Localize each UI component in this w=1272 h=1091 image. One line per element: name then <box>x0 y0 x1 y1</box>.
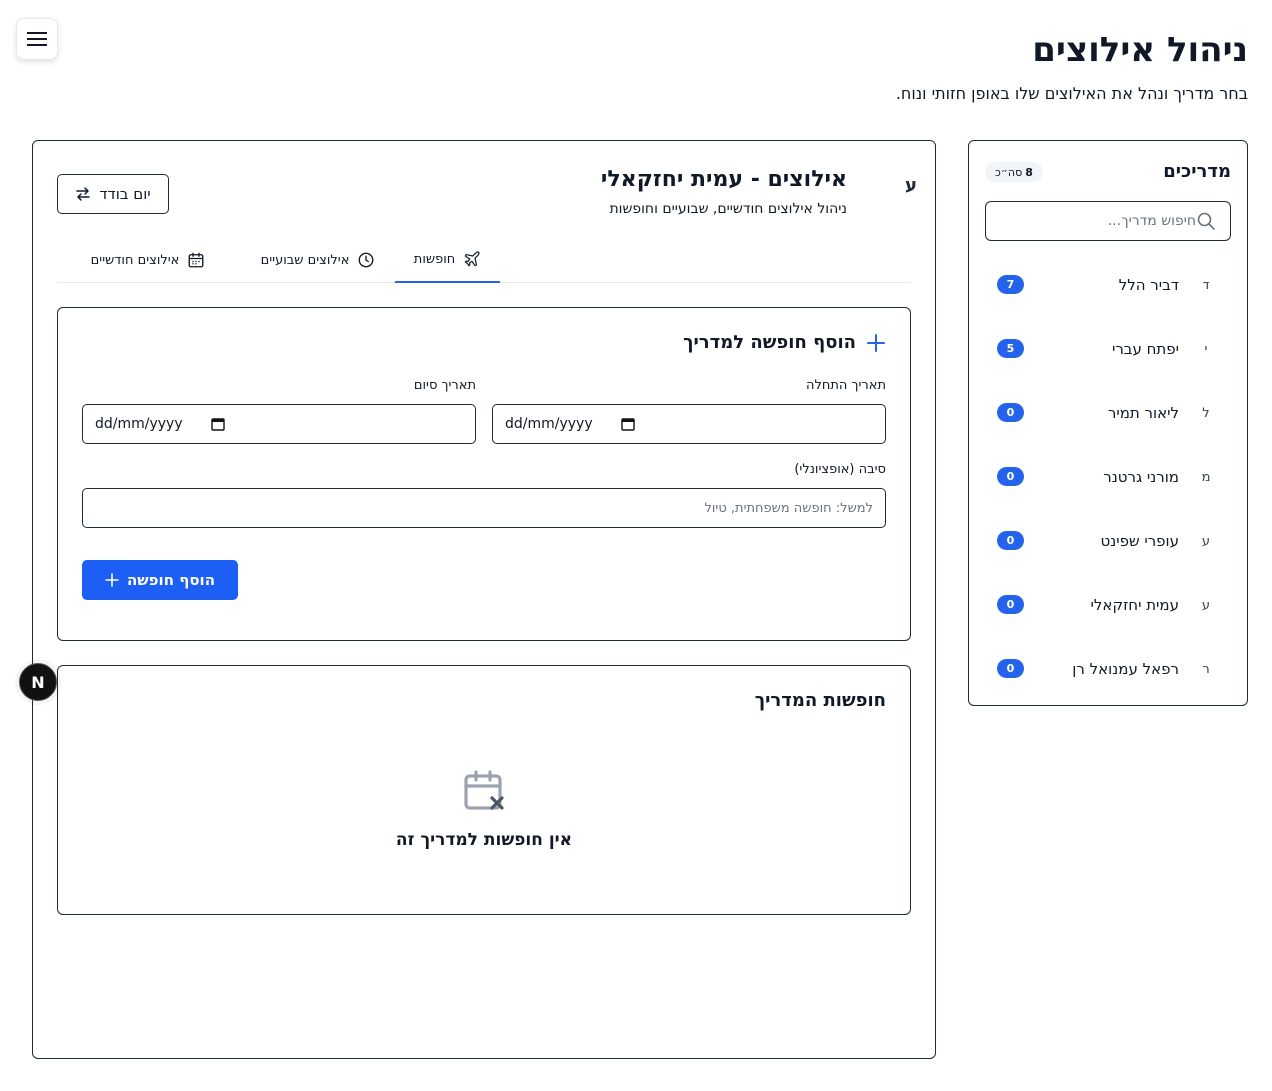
guide-item-selected[interactable]: ע עמית יחזקאלי 0 <box>969 573 1247 637</box>
guide-constraint-count: 0 <box>997 659 1024 678</box>
calendar-picker-icon[interactable] <box>211 417 225 431</box>
empty-state: אין חופשות למדריך זה <box>58 766 910 850</box>
plus-icon <box>867 333 885 352</box>
guide-initial: מ <box>1201 469 1211 485</box>
guide-initial: ל <box>1202 405 1210 421</box>
panel-title: אילוצים - עמית יחזקאלי <box>600 167 847 192</box>
guides-sidebar: מדריכים 8 סה״כ ד דביר הלל 7 י יפתח עברי … <box>968 140 1248 706</box>
guide-name: עמית יחזקאלי <box>1090 596 1179 614</box>
guide-constraint-count: 5 <box>997 339 1024 358</box>
search-icon <box>1197 212 1215 230</box>
empty-state-text: אין חופשות למדריך זה <box>395 830 573 850</box>
nextjs-dev-badge[interactable]: N <box>19 663 57 701</box>
calendar-icon <box>188 252 204 268</box>
vacation-list-card: חופשות המדריך אין חופשות למדריך זה <box>57 665 911 915</box>
constraints-panel: ע אילוצים - עמית יחזקאלי ניהול אילוצים ח… <box>32 140 936 1059</box>
guide-initial: ר <box>1202 661 1210 677</box>
clock-icon <box>358 252 374 268</box>
guide-initial: ד <box>1202 277 1210 293</box>
plus-icon <box>105 573 119 587</box>
page-title: ניהול אילוצים <box>1032 30 1248 70</box>
end-date-value: dd/mm/yyyy <box>95 416 183 432</box>
tab-vacations-label: חופשות <box>413 251 456 267</box>
guide-name: דביר הלל <box>1118 276 1179 294</box>
guide-name: ליאור תמיר <box>1107 404 1179 422</box>
panel-subtitle: ניהול אילוצים חודשיים, שבועיים וחופשות <box>609 201 847 217</box>
guide-item[interactable]: ע עופרי שפינט 0 <box>969 509 1247 573</box>
end-date-input[interactable]: dd/mm/yyyy <box>82 404 476 444</box>
guide-item[interactable]: מ מורני גרטנר 0 <box>969 445 1247 509</box>
calendar-picker-icon[interactable] <box>621 417 635 431</box>
guide-initial: ע <box>1201 597 1211 613</box>
guides-count-number: 8 <box>1025 165 1033 179</box>
start-date-input[interactable]: dd/mm/yyyy <box>492 404 886 444</box>
guide-item[interactable]: ל ליאור תמיר 0 <box>969 381 1247 445</box>
guide-item[interactable]: י יפתח עברי 5 <box>969 317 1247 381</box>
swap-arrows-icon <box>76 187 91 201</box>
guide-constraint-count: 0 <box>997 531 1024 550</box>
menu-button[interactable] <box>16 18 58 60</box>
guide-name: רפאל עמנואל רן <box>1072 660 1179 678</box>
guides-count-suffix: סה״כ <box>995 165 1023 179</box>
page-subtitle: בחר מדריך ונהל את האילוצים שלו באופן חזו… <box>895 84 1248 103</box>
guide-constraint-count: 7 <box>997 275 1024 294</box>
tab-weekly-label: אילוצים שבועיים <box>260 252 350 268</box>
add-vacation-card: הוסף חופשה למדריך תאריך התחלה תאריך סיום… <box>57 307 911 641</box>
add-vacation-button[interactable]: הוסף חופשה <box>82 560 238 600</box>
guide-item[interactable]: ד דביר הלל 7 <box>969 253 1247 317</box>
add-vacation-title-text: הוסף חופשה למדריך <box>683 332 856 353</box>
vacation-list-title: חופשות המדריך <box>754 690 886 711</box>
end-date-label: תאריך סיום <box>413 378 476 393</box>
guide-name: מורני גרטנר <box>1103 468 1179 486</box>
guide-item[interactable]: ר רפאל עמנואל רן 0 <box>969 637 1247 701</box>
tab-monthly[interactable]: אילוצים חודשיים <box>73 237 223 283</box>
guide-constraint-count: 0 <box>997 467 1024 486</box>
single-day-label: יום בודד <box>99 185 151 203</box>
single-day-button[interactable]: יום בודד <box>57 174 169 214</box>
reason-input[interactable] <box>95 500 873 516</box>
guide-name: יפתח עברי <box>1111 340 1179 358</box>
guide-initial: י <box>1204 341 1208 357</box>
reason-label: סיבה (אופציונלי) <box>794 462 886 477</box>
guide-initial: ע <box>1201 533 1211 549</box>
tab-weekly[interactable]: אילוצים שבועיים <box>243 237 393 283</box>
tab-monthly-label: אילוצים חודשיים <box>90 252 180 268</box>
guide-search-box[interactable] <box>985 201 1231 241</box>
guide-name: עופרי שפינט <box>1100 532 1179 550</box>
tab-vacations[interactable]: חופשות <box>395 237 500 283</box>
calendar-x-icon <box>464 770 504 810</box>
guide-avatar: ע <box>905 174 917 196</box>
plane-icon <box>464 251 480 267</box>
reason-field[interactable] <box>82 488 886 528</box>
guide-search-input[interactable] <box>996 202 1196 240</box>
hamburger-icon <box>27 32 47 46</box>
guide-list: ד דביר הלל 7 י יפתח עברי 5 ל ליאור תמיר … <box>969 253 1247 701</box>
sidebar-title: מדריכים <box>1163 161 1231 182</box>
add-vacation-title: הוסף חופשה למדריך <box>683 332 886 353</box>
add-vacation-button-label: הוסף חופשה <box>127 571 215 589</box>
guide-constraint-count: 0 <box>997 403 1024 422</box>
guide-constraint-count: 0 <box>997 595 1024 614</box>
constraint-tabs: חופשות אילוצים שבועיים אילוצים חודשיים <box>57 237 911 283</box>
start-date-label: תאריך התחלה <box>805 378 886 393</box>
start-date-value: dd/mm/yyyy <box>505 416 593 432</box>
guides-count-badge: 8 סה״כ <box>985 162 1043 182</box>
